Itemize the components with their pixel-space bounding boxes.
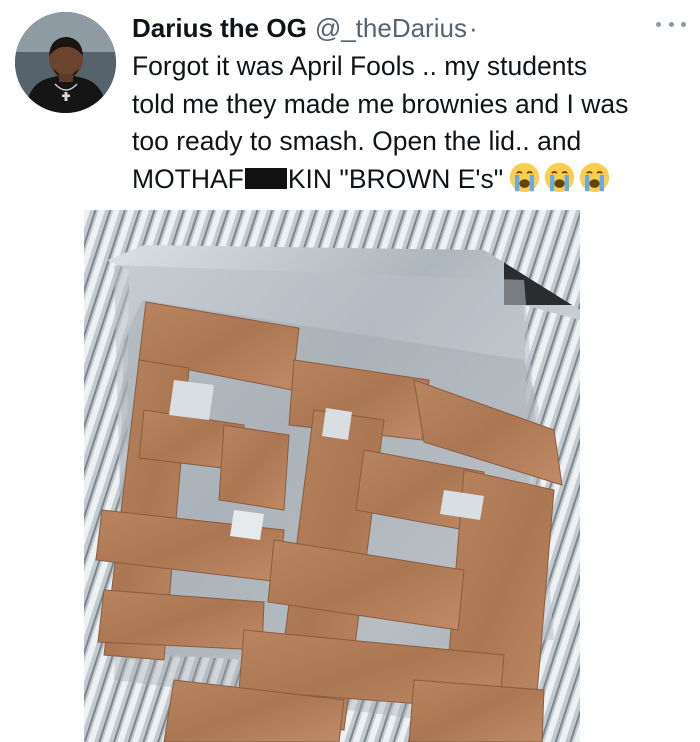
tweet-card: Darius the OG @_theDarius · Forgot it wa… [0, 0, 700, 742]
loudly-crying-face-emoji [510, 162, 540, 192]
foil-pan-cardboard-photo [84, 210, 580, 742]
tweet-line: too ready to smash. Open the lid.. and [132, 126, 582, 156]
user-handle[interactable]: @_theDarius [315, 10, 467, 46]
avatar[interactable] [15, 12, 116, 113]
tweet-line-pre: MOTHAF [132, 163, 244, 194]
tweet-line-post: KIN "BROWN E's" [287, 163, 504, 194]
tweet-header: Darius the OG @_theDarius · [132, 10, 478, 46]
loudly-crying-face-emoji [545, 162, 575, 192]
user-avatar-icon [15, 12, 116, 113]
more-options-icon[interactable] [656, 14, 686, 34]
tweet-line-last: MOTHAF KIN "BROWN E's" [132, 161, 692, 199]
tweet-photo[interactable] [84, 210, 580, 742]
tweet-line: Forgot it was April Fools .. my students [132, 51, 588, 81]
tweet-text: Forgot it was April Fools .. my students… [132, 48, 692, 198]
loudly-crying-face-emoji [580, 162, 610, 192]
tweet-line: told me they made me brownies and I was [132, 88, 629, 119]
separator-dot: · [468, 13, 478, 43]
redaction-bar [244, 167, 287, 189]
display-name[interactable]: Darius the OG [132, 10, 307, 46]
